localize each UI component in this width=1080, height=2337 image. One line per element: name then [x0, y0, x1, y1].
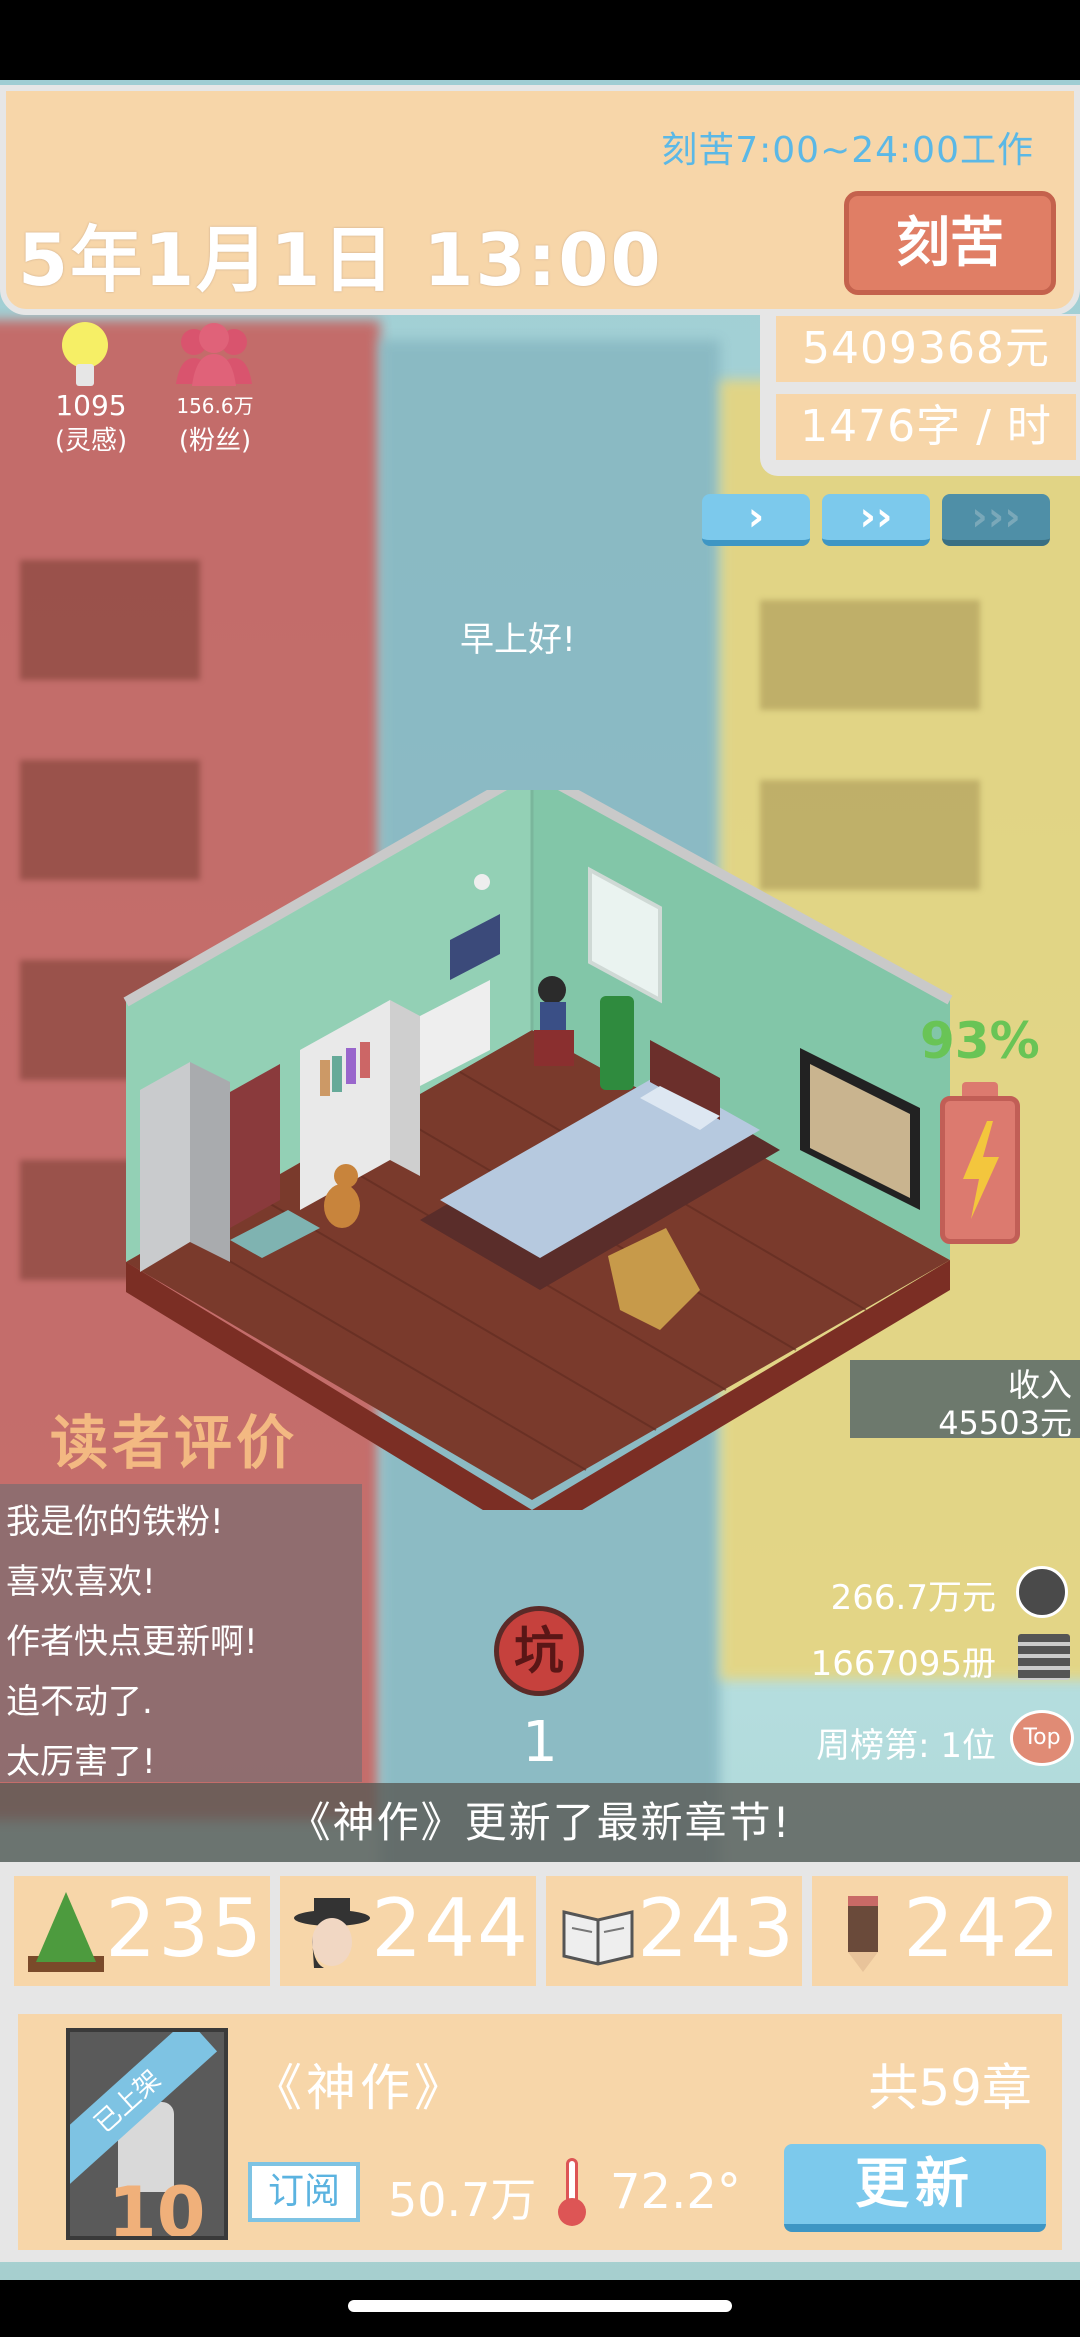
attribute-detective[interactable]: 244 — [280, 1876, 536, 1986]
subscribe-label: 订阅 — [248, 2162, 360, 2222]
attribute-pencil[interactable]: 242 — [812, 1876, 1068, 1986]
battery-percent: 93% — [920, 1012, 1040, 1070]
building-window — [760, 600, 980, 710]
inspiration-stat: 1095 (灵感) — [36, 392, 146, 457]
income-panel: 收入 45503元 — [850, 1360, 1080, 1442]
lightbulb-icon — [62, 322, 108, 368]
lightning-bolt-icon — [963, 1121, 999, 1219]
review-item: 喜欢喜欢! — [6, 1562, 156, 1602]
review-item: 太厉害了! — [6, 1742, 156, 1782]
income-value: 45503元 — [938, 1404, 1072, 1442]
chair — [534, 1030, 574, 1066]
work-hours-label: 刻苦7:00~24:00工作 — [661, 130, 1034, 171]
books-stack-icon[interactable] — [1018, 1634, 1070, 1680]
top-ranking-button[interactable]: Top — [1010, 1710, 1074, 1766]
attribute-book[interactable]: 243 — [546, 1876, 802, 1986]
attribute-value: 243 — [637, 1882, 796, 1975]
fans-stat: 156.6万 (粉丝) — [160, 392, 270, 457]
writer-character — [538, 976, 566, 1004]
book-level: 10 — [108, 2172, 206, 2240]
detective-icon — [294, 1898, 370, 1968]
speed-2x-button[interactable]: ›› — [822, 494, 930, 546]
attribute-tree[interactable]: 235 — [14, 1876, 270, 1986]
fans-value: 156.6万 — [176, 394, 254, 418]
chapter-count: 共59章 — [868, 2059, 1032, 2117]
film-revenue: 266.7万元 — [830, 1578, 996, 1618]
lightbulb-base — [76, 364, 94, 386]
pencil-icon — [848, 1896, 878, 1972]
heat-value: 72.2° — [610, 2164, 741, 2220]
inspiration-value: 1095 — [55, 389, 127, 422]
inspiration-label: (灵感) — [54, 426, 128, 456]
fans-icon — [176, 323, 252, 386]
subscriber-count: 50.7万 — [388, 2173, 537, 2227]
attribute-value: 235 — [105, 1882, 264, 1975]
air-conditioner — [140, 1062, 190, 1272]
writing-speed: 1476字 / 时 — [776, 394, 1076, 460]
greeting-text: 早上好! — [460, 620, 576, 660]
battery-icon[interactable] — [940, 1096, 1020, 1244]
books-sold: 1667095册 — [810, 1644, 996, 1684]
dog — [324, 1184, 360, 1228]
money-balance: 5409368元 — [776, 316, 1076, 382]
reader-reviews-list: 我是你的铁粉! 喜欢喜欢! 作者快点更新啊! 追不动了. 太厉害了! — [0, 1484, 362, 1782]
speed-1x-button[interactable]: › — [702, 494, 810, 546]
open-book-icon — [562, 1910, 634, 1966]
game-date-time: 5年1月1日 13:00 — [18, 218, 663, 302]
review-item: 追不动了. — [6, 1682, 153, 1722]
book-cover[interactable]: 已上架 10 — [66, 2028, 228, 2240]
door — [230, 1064, 280, 1228]
news-ticker: 《神作》更新了最新章节! — [0, 1783, 1080, 1863]
mailbox — [600, 996, 634, 1090]
money-panel: 5409368元 1476字 / 时 — [760, 314, 1080, 476]
thermometer-icon — [558, 2158, 586, 2228]
clock-icon — [474, 874, 490, 890]
pit-count: 1 — [522, 1710, 558, 1775]
film-reel-icon[interactable] — [1016, 1566, 1068, 1618]
update-button[interactable]: 更新 — [784, 2144, 1046, 2232]
attribute-value: 244 — [371, 1882, 530, 1975]
book-panel: 已上架 10 《神作》 共59章 订阅 50.7万 72.2° 更新 — [14, 2010, 1066, 2254]
review-item: 作者快点更新啊! — [6, 1622, 258, 1662]
bottom-panel: 235 244 243 242 已上架 10 《神作》 共59章 订阅 50.7… — [0, 1862, 1080, 2262]
reader-reviews-title: 读者评价 — [50, 1409, 299, 1477]
work-mode-button[interactable]: 刻苦 — [844, 191, 1056, 295]
tree-icon — [28, 1892, 104, 1972]
weekly-rank: 周榜第: 1位 — [816, 1726, 996, 1766]
top-status-panel: 刻苦7:00~24:00工作 5年1月1日 13:00 刻苦 — [0, 85, 1080, 315]
book-title: 《神作》 — [252, 2059, 468, 2117]
home-indicator[interactable] — [348, 2300, 732, 2312]
building-window — [20, 560, 200, 680]
review-item: 我是你的铁粉! — [6, 1502, 224, 1542]
speed-3x-button[interactable]: ››› — [942, 494, 1050, 546]
attribute-value: 242 — [903, 1882, 1062, 1975]
fans-label: (粉丝) — [178, 426, 252, 456]
pit-button[interactable]: 坑 — [494, 1606, 584, 1696]
